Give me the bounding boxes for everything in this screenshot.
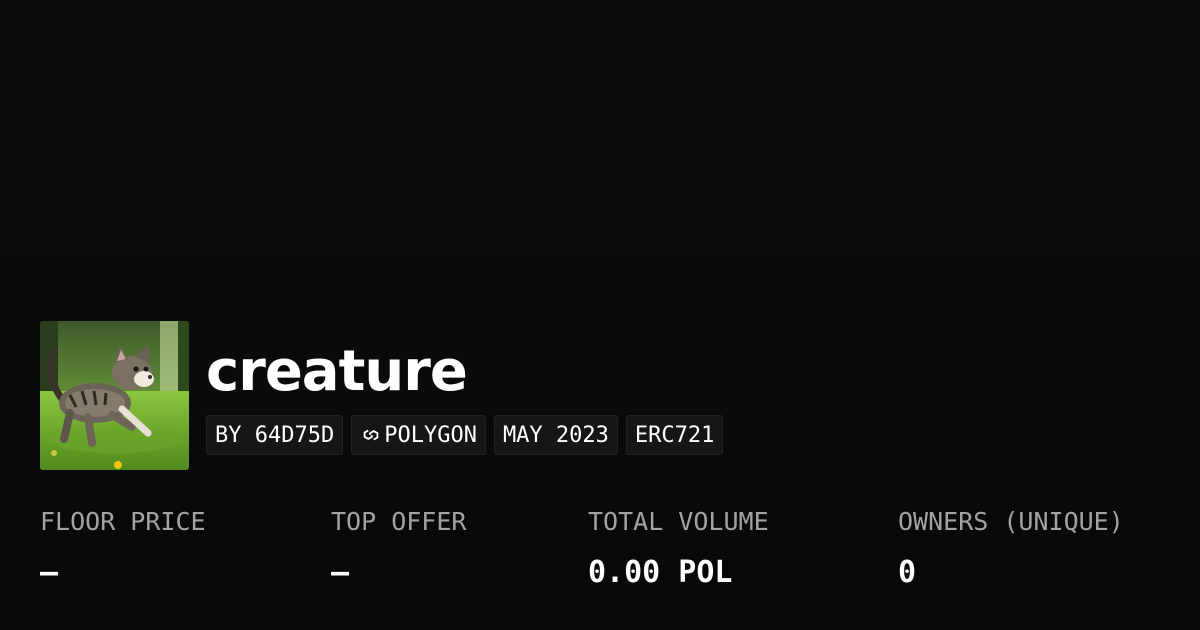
kitten-image bbox=[40, 321, 189, 470]
collection-title: creature bbox=[206, 339, 468, 404]
stat-value: 0.00 POL bbox=[588, 555, 733, 590]
stat-owners: OWNERS (UNIQUE) 0 bbox=[898, 505, 1124, 593]
stat-label: OWNERS (UNIQUE) bbox=[898, 507, 1124, 536]
date-badge-label: MAY 2023 bbox=[502, 422, 609, 448]
stat-value: 0 bbox=[898, 555, 917, 590]
collection-image[interactable] bbox=[40, 321, 189, 470]
date-badge: MAY 2023 bbox=[493, 415, 618, 455]
stat-total-volume: TOTAL VOLUME 0.00 POL bbox=[588, 505, 769, 593]
collection-badges: BY 64D75D POLYGON MAY 2023 ERC721 bbox=[206, 415, 724, 455]
stat-top-offer: TOP OFFER – bbox=[331, 505, 466, 593]
stat-value: – bbox=[40, 555, 59, 590]
creator-badge[interactable]: BY 64D75D bbox=[206, 415, 344, 455]
stat-label: TOP OFFER bbox=[331, 507, 467, 536]
standard-badge: ERC721 bbox=[625, 415, 724, 455]
creator-badge-label: BY 64D75D bbox=[215, 422, 335, 448]
stat-value: – bbox=[331, 555, 350, 590]
chain-badge-label: POLYGON bbox=[384, 422, 477, 448]
stat-label: FLOOR PRICE bbox=[40, 507, 206, 536]
standard-badge-label: ERC721 bbox=[634, 422, 715, 448]
stat-label: TOTAL VOLUME bbox=[588, 507, 769, 536]
stat-floor-price: FLOOR PRICE – bbox=[40, 505, 206, 593]
chain-badge[interactable]: POLYGON bbox=[351, 415, 486, 455]
polygon-chain-icon bbox=[360, 424, 382, 446]
